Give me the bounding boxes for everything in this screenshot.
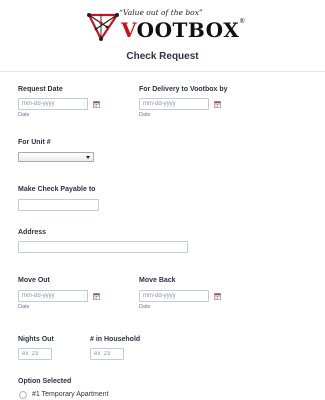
household-label: # in Household: [90, 336, 141, 343]
unit-select[interactable]: [18, 152, 94, 162]
move-back-sublabel: Date: [139, 304, 151, 310]
header-divider: [0, 71, 325, 72]
unit-label: For Unit #: [18, 139, 51, 146]
delivery-date-sublabel: Date: [139, 112, 151, 118]
payable-to-input[interactable]: [18, 199, 99, 211]
chevron-down-icon: [86, 155, 90, 159]
nights-out-input[interactable]: [18, 348, 52, 360]
request-date-label: Request Date: [18, 86, 63, 93]
calendar-icon[interactable]: [93, 101, 100, 108]
logo-triangle-icon: [87, 13, 120, 41]
vootbox-logo: “Value out of the box” VOOTBOX®: [87, 8, 246, 44]
page-title: Check Request: [126, 51, 199, 62]
request-date-input[interactable]: [18, 98, 88, 110]
delivery-date-input[interactable]: [139, 98, 209, 110]
move-out-label: Move Out: [18, 277, 50, 284]
logo-wordmark: VOOTBOX®: [121, 18, 246, 42]
option-label-temporary-apartment[interactable]: #1 Temporary Apartment: [32, 391, 109, 398]
move-back-input[interactable]: [139, 290, 209, 302]
request-date-sublabel: Date: [18, 112, 30, 118]
household-input[interactable]: [90, 348, 124, 360]
move-back-label: Move Back: [139, 277, 176, 284]
option-selected-label: Option Selected: [18, 378, 72, 385]
move-out-sublabel: Date: [18, 304, 30, 310]
nights-out-label: Nights Out: [18, 336, 54, 343]
address-input[interactable]: [18, 241, 188, 253]
move-out-input[interactable]: [18, 290, 88, 302]
calendar-icon[interactable]: [93, 293, 100, 300]
calendar-icon[interactable]: [214, 293, 221, 300]
calendar-icon[interactable]: [214, 101, 221, 108]
option-radio-temporary-apartment[interactable]: [19, 391, 27, 399]
delivery-date-label: For Delivery to Vootbox by: [139, 86, 228, 93]
logo-trademark: ®: [239, 18, 246, 25]
logo-wordmark-first: V: [121, 18, 137, 42]
logo-tagline: “Value out of the box”: [119, 8, 203, 17]
address-label: Address: [18, 229, 47, 236]
payable-to-label: Make Check Payable to: [18, 186, 96, 193]
logo-wordmark-rest: OOTBOX: [136, 18, 240, 42]
